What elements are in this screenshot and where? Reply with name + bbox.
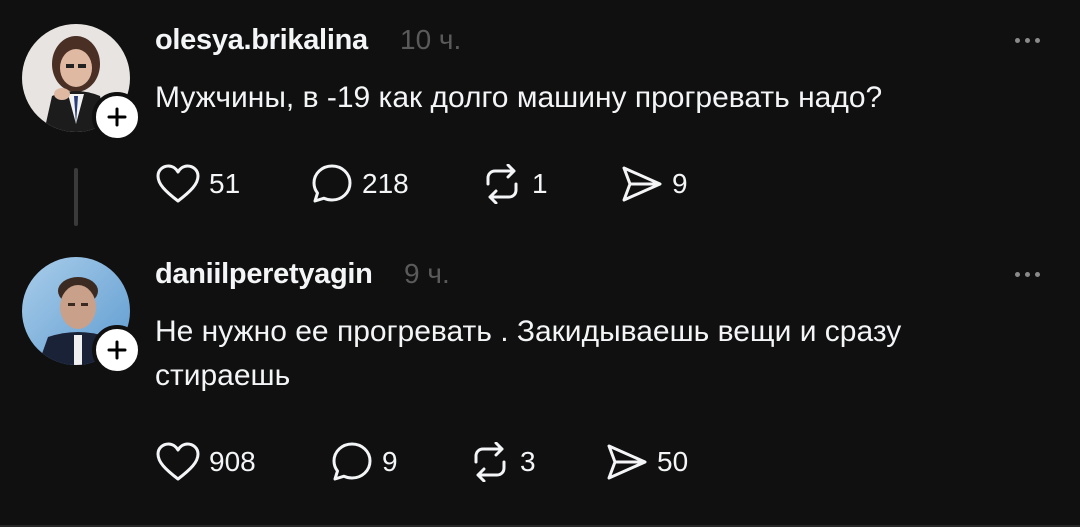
action-bar: 908 9 3 50 [155, 440, 725, 484]
repost-button[interactable]: 3 [468, 442, 605, 482]
repost-count: 3 [520, 446, 536, 477]
repost-icon [474, 442, 506, 482]
comment-button[interactable]: 9 [330, 440, 468, 484]
more-dot [1025, 272, 1030, 277]
send-icon [607, 444, 647, 480]
follow-button[interactable] [92, 325, 142, 375]
like-count: 908 [209, 446, 256, 477]
more-button[interactable] [1015, 272, 1040, 277]
like-button[interactable]: 908 [155, 441, 330, 483]
heart-icon [156, 442, 200, 481]
plus-icon [107, 340, 127, 360]
more-dot [1035, 272, 1040, 277]
share-count: 50 [657, 446, 689, 477]
post-daniil: daniilperetyagin 9 ч. Не нужно ее прогре… [0, 0, 1080, 527]
username[interactable]: daniilperetyagin [155, 258, 373, 291]
post-text: Не нужно ее прогревать . Закидываешь вещ… [155, 315, 902, 392]
timestamp: 9 ч. [404, 258, 450, 289]
comment-icon [332, 442, 372, 481]
share-button[interactable]: 50 [605, 442, 725, 482]
comment-count: 9 [382, 446, 398, 477]
more-icon [1015, 272, 1020, 277]
